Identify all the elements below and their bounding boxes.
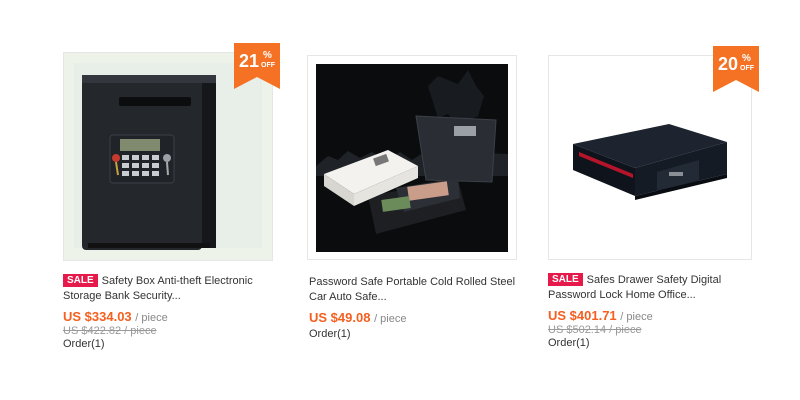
product-image-frame[interactable]: 20 % OFF [548, 46, 759, 260]
original-price: US $422.82 / piece [63, 325, 157, 337]
discount-percent: % [742, 53, 751, 64]
product-card[interactable]: 21 % OFF SALE Safety Box Anti-theft Elect… [63, 43, 280, 350]
discount-off: OFF [740, 65, 754, 72]
price: US $49.08 / piece [309, 310, 519, 325]
order-count: Order(1) [309, 328, 351, 340]
product-card[interactable]: 20 % OFF SALE Safes Drawer Safety Digital… [548, 46, 760, 349]
discount-badge: 21 % OFF [234, 43, 280, 89]
product-title[interactable]: SALE Safety Box Anti-theft Electronic Sto… [63, 274, 273, 304]
current-price: US $49.08 [309, 310, 371, 325]
product-image-frame[interactable] [307, 55, 517, 260]
order-count: Order(1) [548, 337, 590, 349]
product-card[interactable]: Password Safe Portable Cold Rolled Steel… [307, 55, 519, 340]
current-price: US $401.71 [548, 308, 617, 323]
price-unit: / piece [374, 313, 407, 325]
product-image-frame[interactable]: 21 % OFF [63, 43, 280, 261]
discount-percent: % [263, 50, 272, 61]
sale-badge: SALE [548, 273, 583, 286]
price: US $334.03 / piece [63, 309, 275, 324]
discount-number: 20 [718, 54, 739, 74]
price-unit: / piece [135, 312, 168, 324]
discount-off: OFF [261, 62, 275, 69]
product-title[interactable]: Password Safe Portable Cold Rolled Steel… [309, 275, 519, 305]
price: US $401.71 / piece [548, 308, 760, 323]
discount-badge: 20 % OFF [713, 46, 759, 92]
product-title[interactable]: SALE Safes Drawer Safety Digital Password… [548, 273, 758, 303]
current-price: US $334.03 [63, 309, 132, 324]
order-count: Order(1) [63, 338, 105, 350]
original-price: US $502.14 / piece [548, 324, 642, 336]
sale-badge: SALE [63, 274, 98, 287]
discount-number: 21 [239, 51, 260, 71]
product-image[interactable] [308, 56, 516, 259]
price-unit: / piece [620, 311, 653, 323]
